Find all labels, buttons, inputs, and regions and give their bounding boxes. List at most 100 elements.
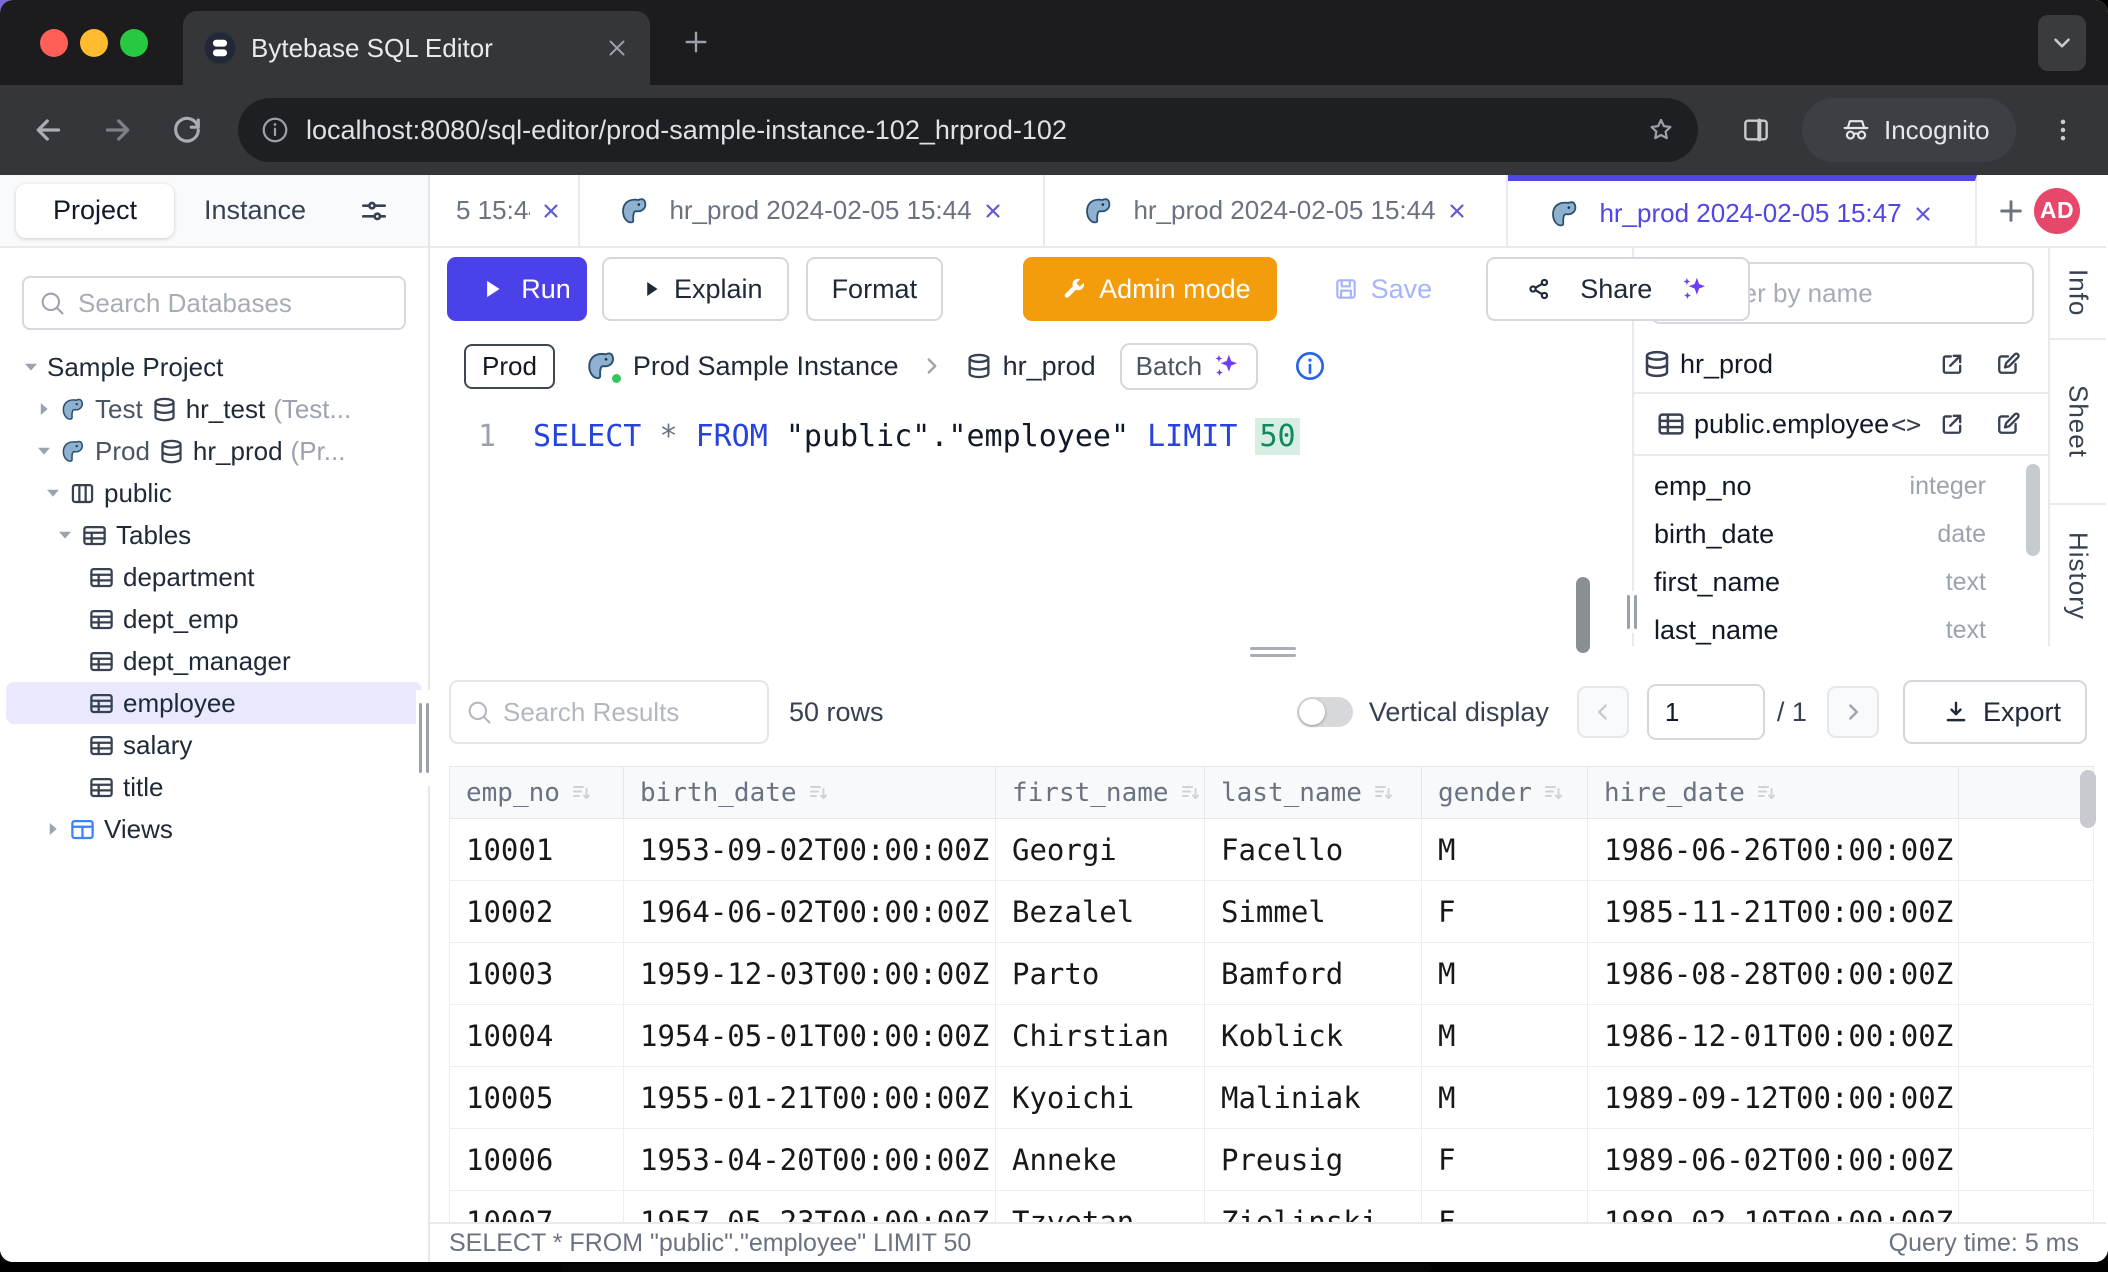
cell[interactable]: Simmel	[1205, 881, 1422, 943]
info-circle-icon[interactable]	[1294, 350, 1326, 382]
new-worksheet-icon[interactable]	[1995, 195, 2027, 227]
sort-icon[interactable]	[807, 781, 831, 805]
tree-item-views[interactable]: Views	[6, 808, 422, 850]
cell[interactable]: M	[1422, 1067, 1588, 1129]
cell[interactable]: 1985-11-21T00:00:00Z	[1588, 881, 1959, 943]
minimize-window-button[interactable]	[80, 29, 108, 57]
tab-instance[interactable]: Instance	[204, 195, 306, 226]
close-window-button[interactable]	[40, 29, 68, 57]
cell[interactable]: 1957-05-23T00:00:00Z	[624, 1191, 996, 1223]
cell[interactable]: 1986-12-01T00:00:00Z	[1588, 1005, 1959, 1067]
close-worksheet-tab-icon[interactable]	[540, 200, 562, 222]
sort-icon[interactable]	[1755, 781, 1779, 805]
share-button[interactable]: Share	[1486, 257, 1750, 321]
cell[interactable]: F	[1422, 1129, 1588, 1191]
panel-resize-handle[interactable]	[1624, 591, 1640, 633]
cell[interactable]: M	[1422, 943, 1588, 1005]
tree-item-tables[interactable]: Tables	[6, 514, 422, 556]
table-scrollbar[interactable]	[2080, 770, 2096, 828]
vertical-display-toggle[interactable]	[1297, 697, 1353, 727]
caret-right-icon[interactable]	[33, 398, 55, 420]
reload-icon[interactable]	[170, 113, 204, 147]
side-tab-info[interactable]: Info	[2050, 248, 2106, 340]
tree-item-employee[interactable]: employee	[6, 682, 422, 724]
cell[interactable]: 10007	[450, 1191, 624, 1223]
tree-item-department[interactable]: department	[6, 556, 422, 598]
view-code-icon[interactable]: <>	[1891, 410, 1921, 439]
cell[interactable]: 1955-01-21T00:00:00Z	[624, 1067, 996, 1129]
results-search[interactable]	[449, 680, 769, 744]
schema-database-row[interactable]: hr_prod	[1634, 336, 2048, 394]
cell[interactable]: 1986-08-28T00:00:00Z	[1588, 943, 1959, 1005]
cell[interactable]: Tzvetan	[996, 1191, 1205, 1223]
cell[interactable]: 1953-04-20T00:00:00Z	[624, 1129, 996, 1191]
address-bar[interactable]: localhost:8080/sql-editor/prod-sample-in…	[238, 98, 1698, 162]
side-tab-history[interactable]: History	[2050, 505, 2106, 646]
column-header-gender[interactable]: gender	[1422, 767, 1588, 819]
cell[interactable]: M	[1422, 819, 1588, 881]
column-header-first_name[interactable]: first_name	[996, 767, 1205, 819]
column-header-last_name[interactable]: last_name	[1205, 767, 1422, 819]
cell[interactable]: Bamford	[1205, 943, 1422, 1005]
cell[interactable]: Facello	[1205, 819, 1422, 881]
tree-item-sample-project[interactable]: Sample Project	[6, 346, 422, 388]
user-avatar[interactable]: AD	[2034, 188, 2080, 234]
cell[interactable]: 10006	[450, 1129, 624, 1191]
tree-item-test[interactable]: Testhr_test(Test...	[6, 388, 422, 430]
divider-drag-handle[interactable]	[1250, 647, 1296, 657]
sort-icon[interactable]	[1542, 781, 1566, 805]
tree-item-dept-emp[interactable]: dept_emp	[6, 598, 422, 640]
sidebar-resize-handle[interactable]	[416, 690, 432, 786]
schema-column-row[interactable]: emp_nointeger	[1634, 462, 2048, 510]
edit-icon[interactable]	[1994, 350, 2022, 378]
database-name[interactable]: hr_prod	[1003, 351, 1096, 382]
schema-scrollbar[interactable]	[2026, 464, 2040, 556]
admin-mode-button[interactable]: Admin mode	[1023, 257, 1277, 321]
tab-project[interactable]: Project	[16, 184, 174, 238]
column-header-birth_date[interactable]: birth_date	[624, 767, 996, 819]
caret-down-icon[interactable]	[42, 482, 64, 504]
back-icon[interactable]	[30, 112, 66, 148]
sql-code-editor[interactable]: 1 SELECT * FROM "public"."employee" LIMI…	[430, 402, 1632, 646]
schema-table-row[interactable]: public.employee <>	[1634, 394, 2048, 456]
cell[interactable]: Preusig	[1205, 1129, 1422, 1191]
cell[interactable]: F	[1422, 1191, 1588, 1223]
cell[interactable]: F	[1422, 881, 1588, 943]
instance-name[interactable]: Prod Sample Instance	[633, 351, 899, 382]
save-button[interactable]: Save	[1297, 257, 1457, 321]
filter-settings-icon[interactable]	[358, 195, 390, 227]
cell[interactable]: Kyoichi	[996, 1067, 1205, 1129]
cell[interactable]: 10005	[450, 1067, 624, 1129]
caret-down-icon[interactable]	[20, 356, 42, 378]
batch-mode-chip[interactable]: Batch	[1120, 343, 1259, 390]
tab-search-chevron-button[interactable]	[2038, 15, 2086, 71]
tree-item-salary[interactable]: salary	[6, 724, 422, 766]
caret-right-icon[interactable]	[42, 818, 64, 840]
forward-icon[interactable]	[100, 112, 136, 148]
open-external-icon[interactable]	[1938, 350, 1966, 378]
results-search-input[interactable]	[503, 697, 753, 728]
new-browser-tab-icon[interactable]	[680, 26, 712, 58]
close-worksheet-tab-icon[interactable]	[1912, 203, 1934, 225]
schema-column-row[interactable]: birth_datedate	[1634, 510, 2048, 558]
browser-menu-icon[interactable]	[2048, 115, 2078, 145]
close-browser-tab-icon[interactable]	[604, 35, 630, 61]
bookmark-star-icon[interactable]	[1646, 115, 1676, 145]
edit-icon[interactable]	[1994, 410, 2022, 438]
editor-results-divider[interactable]	[430, 646, 2106, 658]
cell[interactable]: 1954-05-01T00:00:00Z	[624, 1005, 996, 1067]
tree-item-public[interactable]: public	[6, 472, 422, 514]
column-header-emp_no[interactable]: emp_no	[450, 767, 624, 819]
column-header-hire_date[interactable]: hire_date	[1588, 767, 1959, 819]
export-button[interactable]: Export	[1903, 680, 2087, 744]
worksheet-tab-active[interactable]: hr_prod 2024-02-05 15:47	[1508, 175, 1977, 246]
close-worksheet-tab-icon[interactable]	[1446, 200, 1468, 222]
cell[interactable]: M	[1422, 1005, 1588, 1067]
cell[interactable]: Bezalel	[996, 881, 1205, 943]
caret-down-icon[interactable]	[33, 440, 55, 462]
page-number-input[interactable]	[1647, 684, 1765, 740]
browser-tab[interactable]: Bytebase SQL Editor	[183, 11, 650, 85]
database-search[interactable]	[22, 276, 406, 330]
tree-item-dept-manager[interactable]: dept_manager	[6, 640, 422, 682]
cell[interactable]: 1989-09-12T00:00:00Z	[1588, 1067, 1959, 1129]
